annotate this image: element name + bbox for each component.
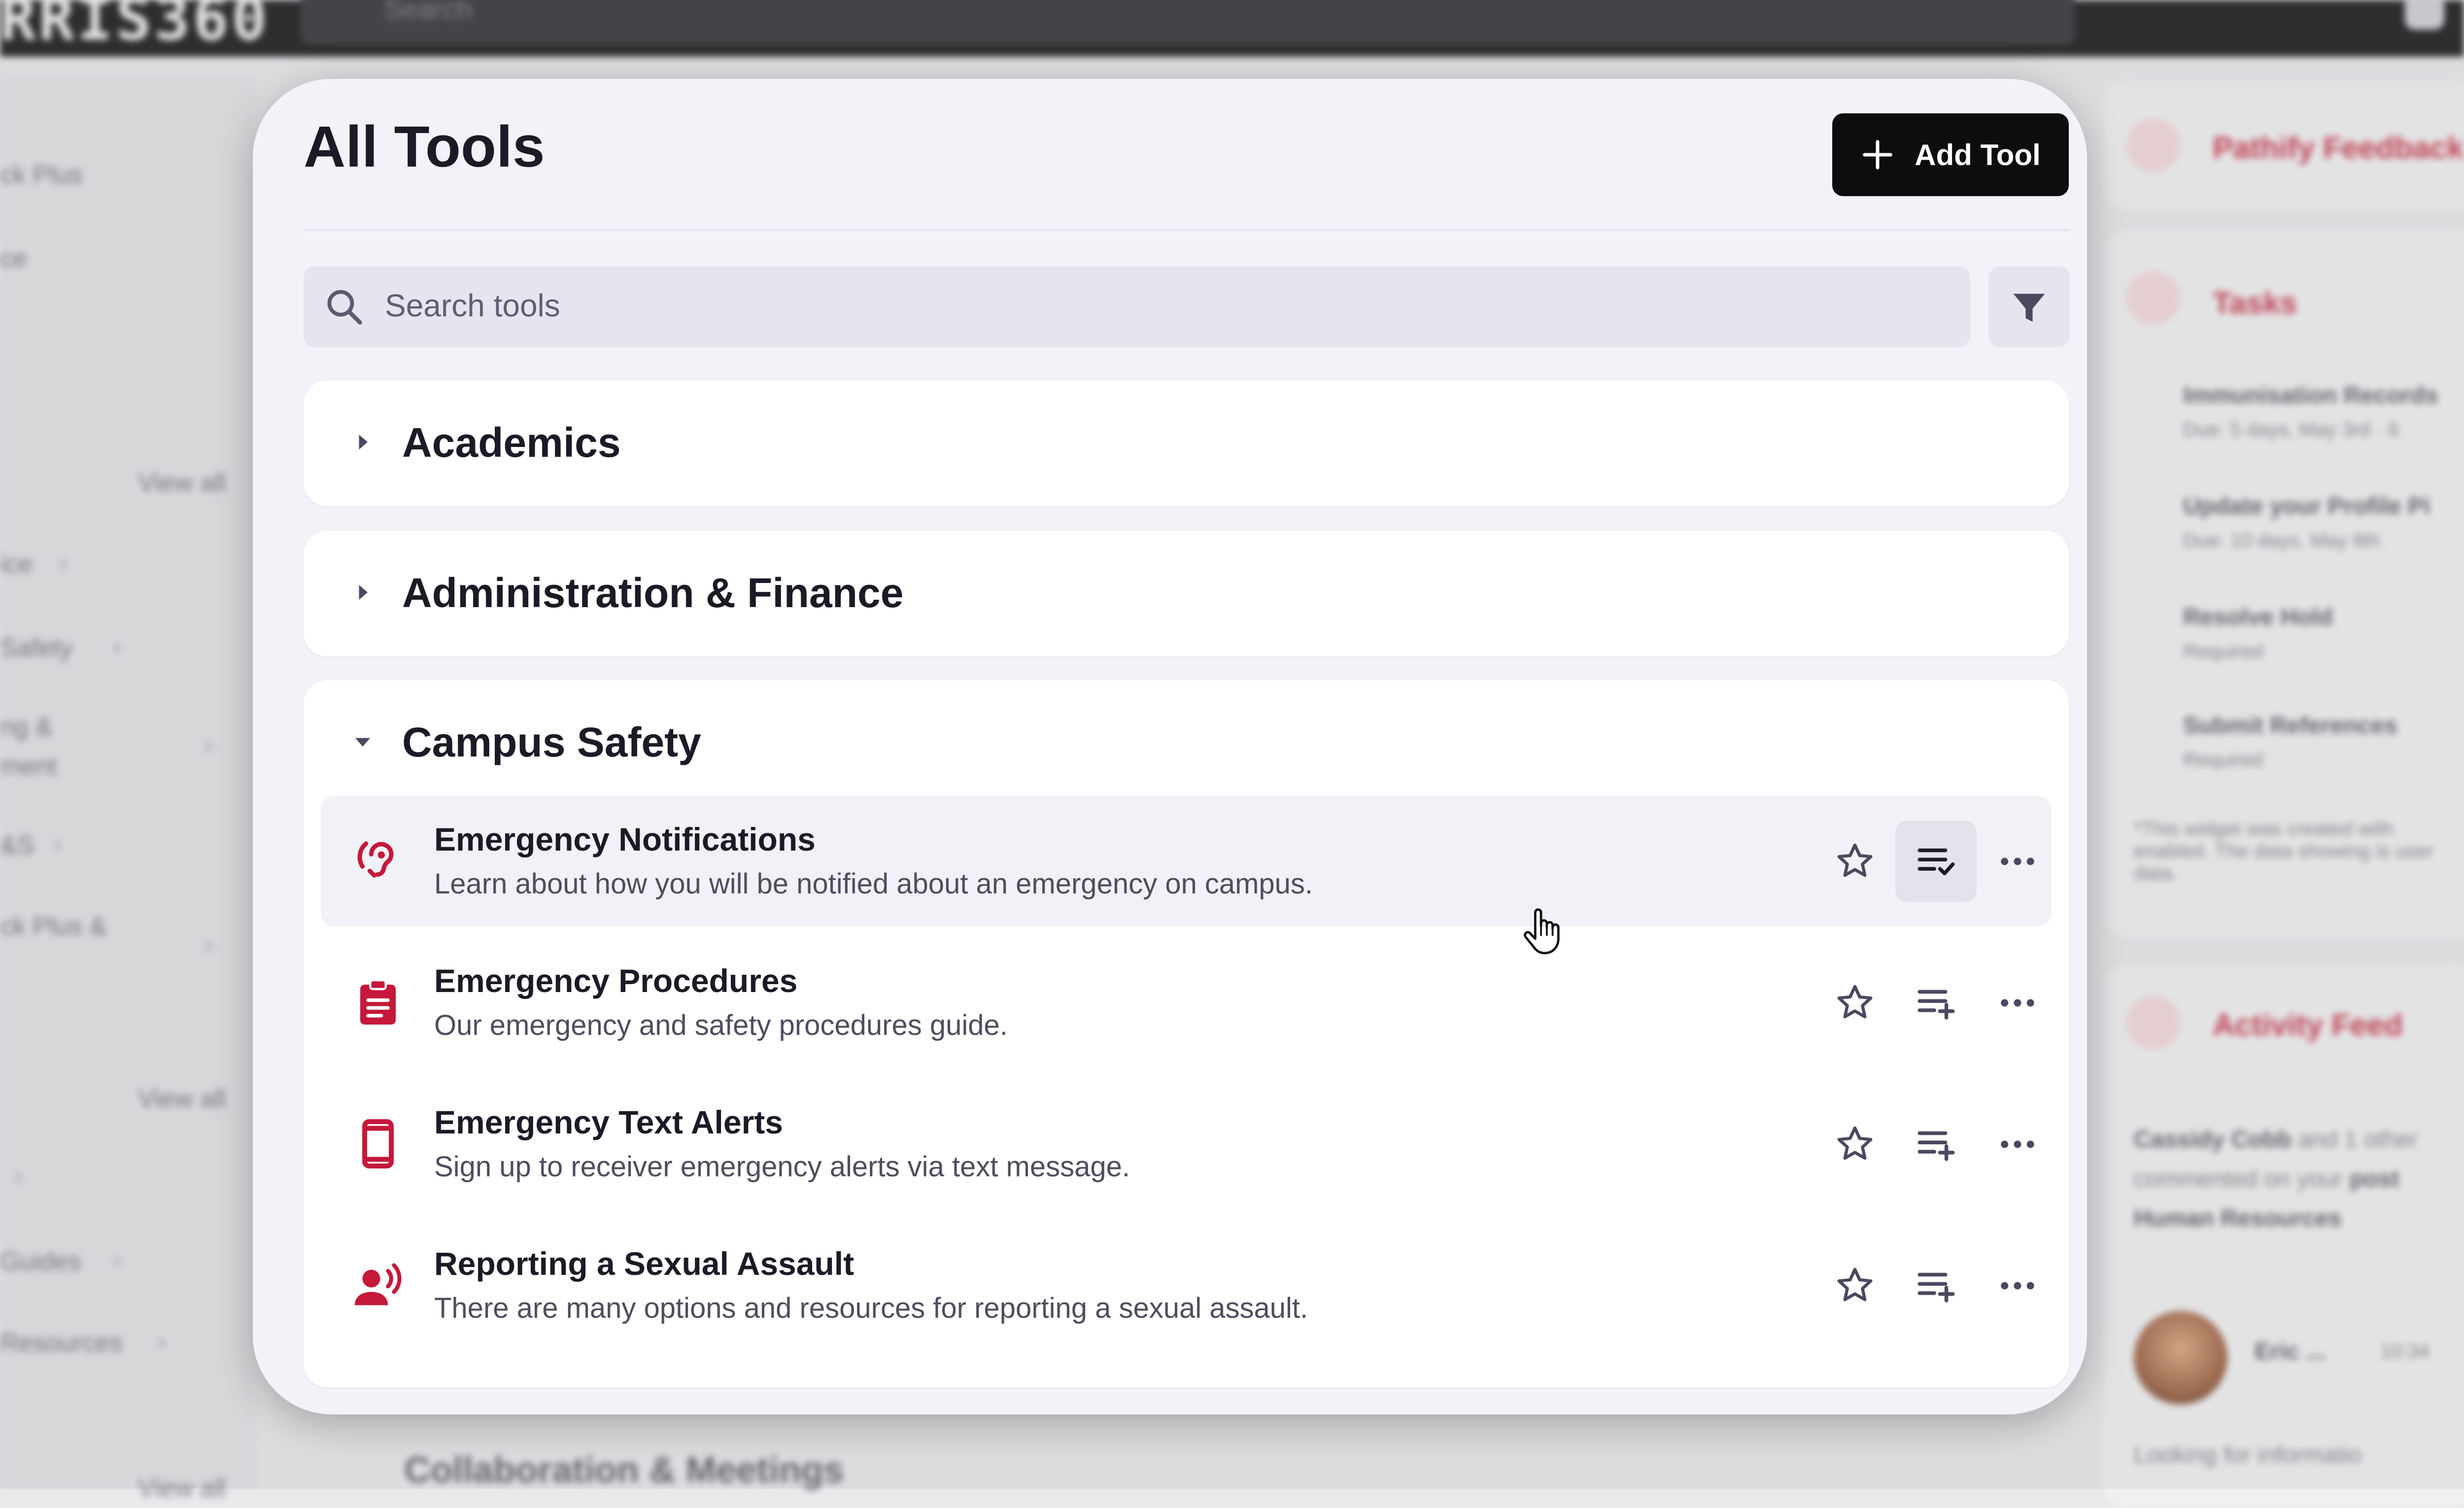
- hand-cursor-icon: [1524, 908, 1560, 955]
- section-header-academics[interactable]: Academics: [304, 380, 2069, 506]
- search-icon: [327, 290, 362, 325]
- tool-row-emergency-procedures[interactable]: Emergency Procedures Our emergency and s…: [321, 937, 2052, 1068]
- filter-icon: [2013, 294, 2045, 322]
- star-outline-icon: [1837, 1268, 1873, 1302]
- tool-name: Reporting a Sexual Assault: [434, 1245, 855, 1282]
- tool-name: Emergency Notifications: [434, 821, 816, 857]
- caret-down-icon: [355, 738, 370, 747]
- section-campus-safety: Campus Safety Emergency Notifications Le…: [304, 680, 2069, 1387]
- star-outline-icon: [1837, 843, 1873, 877]
- section-header-administration-finance[interactable]: Administration & Finance: [304, 531, 2069, 656]
- playlist-check-icon: [1917, 848, 1955, 876]
- section-header-campus-safety[interactable]: Campus Safety: [304, 680, 2069, 806]
- caret-right-icon: [359, 585, 368, 600]
- tool-row-emergency-notifications[interactable]: Emergency Notifications Learn about how …: [321, 796, 2052, 926]
- favorite-button[interactable]: [1814, 821, 1895, 902]
- section-title: Administration & Finance: [402, 570, 904, 616]
- section-title: Campus Safety: [402, 719, 701, 765]
- playlist-add-icon: [1917, 1272, 1955, 1302]
- star-outline-icon: [1837, 1126, 1873, 1160]
- more-horizontal-icon: [2001, 857, 2034, 865]
- page-title: All Tools: [304, 114, 545, 179]
- clipboard-icon: [360, 979, 396, 1025]
- caret-right-icon: [359, 435, 368, 449]
- section-academics: Academics: [304, 380, 2069, 506]
- more-options-button[interactable]: [1977, 821, 2058, 902]
- tool-description: Our emergency and safety procedures guid…: [434, 1009, 1008, 1041]
- add-to-list-button[interactable]: [1895, 962, 1977, 1043]
- plus-icon: [1863, 140, 1893, 170]
- star-outline-icon: [1837, 985, 1873, 1019]
- tool-description: Sign up to receiver emergency alerts via…: [434, 1151, 1130, 1183]
- add-tool-button[interactable]: Add Tool: [1832, 113, 2069, 196]
- search-placeholder: Search tools: [385, 288, 560, 323]
- speaking-person-icon: [354, 1263, 402, 1305]
- playlist-add-icon: [1917, 1131, 1955, 1161]
- more-options-button[interactable]: [1977, 1103, 2058, 1185]
- hearing-icon: [357, 841, 394, 878]
- phone-icon: [362, 1119, 394, 1168]
- filter-button[interactable]: [1988, 266, 2070, 347]
- tool-description: Learn about how you will be notified abo…: [434, 868, 1313, 900]
- more-options-button[interactable]: [1977, 962, 2058, 1043]
- section-title: Academics: [402, 419, 621, 466]
- favorite-button[interactable]: [1814, 1245, 1895, 1326]
- favorite-button[interactable]: [1814, 1103, 1895, 1185]
- favorite-button[interactable]: [1814, 962, 1895, 1043]
- remove-from-list-button[interactable]: [1895, 821, 1977, 902]
- tool-row-reporting-sexual-assault[interactable]: Reporting a Sexual Assault There are man…: [321, 1220, 2052, 1351]
- tool-row-emergency-text-alerts[interactable]: Emergency Text Alerts Sign up to receive…: [321, 1079, 2052, 1209]
- more-options-button[interactable]: [1977, 1245, 2058, 1326]
- tool-name: Emergency Text Alerts: [434, 1104, 783, 1140]
- section-administration-finance: Administration & Finance: [304, 531, 2069, 656]
- playlist-add-icon: [1917, 990, 1955, 1020]
- more-horizontal-icon: [2001, 999, 2034, 1007]
- tool-description: There are many options and resources for…: [434, 1292, 1308, 1324]
- divider: [304, 229, 2069, 231]
- add-to-list-button[interactable]: [1895, 1245, 1977, 1326]
- more-horizontal-icon: [2001, 1140, 2034, 1148]
- add-to-list-button[interactable]: [1895, 1103, 1977, 1185]
- search-input[interactable]: Search tools: [304, 266, 1970, 347]
- all-tools-modal: All Tools Add Tool Search tools Academic…: [253, 79, 2087, 1414]
- add-tool-label: Add Tool: [1915, 138, 2041, 171]
- tool-name: Emergency Procedures: [434, 962, 798, 999]
- more-horizontal-icon: [2001, 1282, 2034, 1290]
